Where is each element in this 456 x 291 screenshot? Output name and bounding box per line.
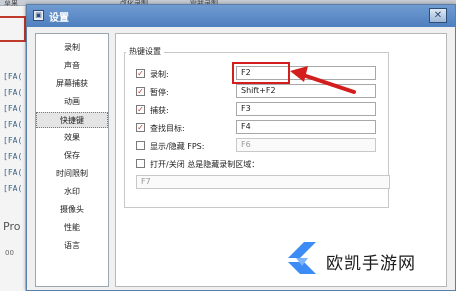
log-line: [FA( — [3, 152, 23, 161]
log-line: [FA( — [3, 104, 23, 113]
watermark-logo-icon — [288, 242, 316, 274]
log-line: [FA( — [3, 120, 23, 129]
nav-item-effects[interactable]: 效果 — [36, 130, 108, 146]
log-line: [FA( — [3, 168, 23, 177]
nav-item-save[interactable]: 保存 — [36, 148, 108, 164]
background-log-panel: [FA( [FA( [FA( [FA( [FA( [FA( [FA( [FA( … — [0, 6, 26, 291]
background-pro-label: Pro — [3, 220, 21, 233]
nav-item-animation[interactable]: 动画 — [36, 94, 108, 110]
nav-item-hotkeys[interactable]: 快捷键 — [36, 112, 108, 128]
close-button[interactable]: ✕ — [429, 8, 447, 23]
nav-item-webcam[interactable]: 摄像头 — [36, 202, 108, 218]
nav-item-screen-capture[interactable]: 屏幕捕获 — [36, 76, 108, 92]
settings-app-icon: ▣ — [33, 10, 44, 21]
nav-item-language[interactable]: 语言 — [36, 238, 108, 254]
log-line: [FA( — [3, 184, 23, 193]
nav-item-performance[interactable]: 性能 — [36, 220, 108, 236]
settings-category-list: 录制 声音 屏幕捕获 动画 快捷键 效果 保存 时间限制 水印 摄像头 性能 语… — [35, 33, 109, 287]
nav-item-record[interactable]: 录制 — [36, 40, 108, 56]
nav-item-sound[interactable]: 声音 — [36, 58, 108, 74]
log-line: [FA( — [3, 136, 23, 145]
background-annotation — [0, 16, 26, 42]
watermark-text: 欧凯手游网 — [326, 254, 416, 274]
log-line: [FA( — [3, 88, 23, 97]
log-line: [FA( — [3, 72, 23, 81]
background-pro-sub: 00 — [5, 249, 14, 257]
dialog-title: 设置 — [49, 13, 69, 24]
settings-dialog: ▣ 设置 ✕ 录制 声音 屏幕捕获 动画 快捷键 效果 保存 时间限制 水印 摄… — [26, 4, 456, 291]
nav-item-watermark[interactable]: 水印 — [36, 184, 108, 200]
nav-item-time-limit[interactable]: 时间限制 — [36, 166, 108, 182]
dialog-titlebar[interactable]: ▣ 设置 ✕ — [27, 5, 455, 27]
